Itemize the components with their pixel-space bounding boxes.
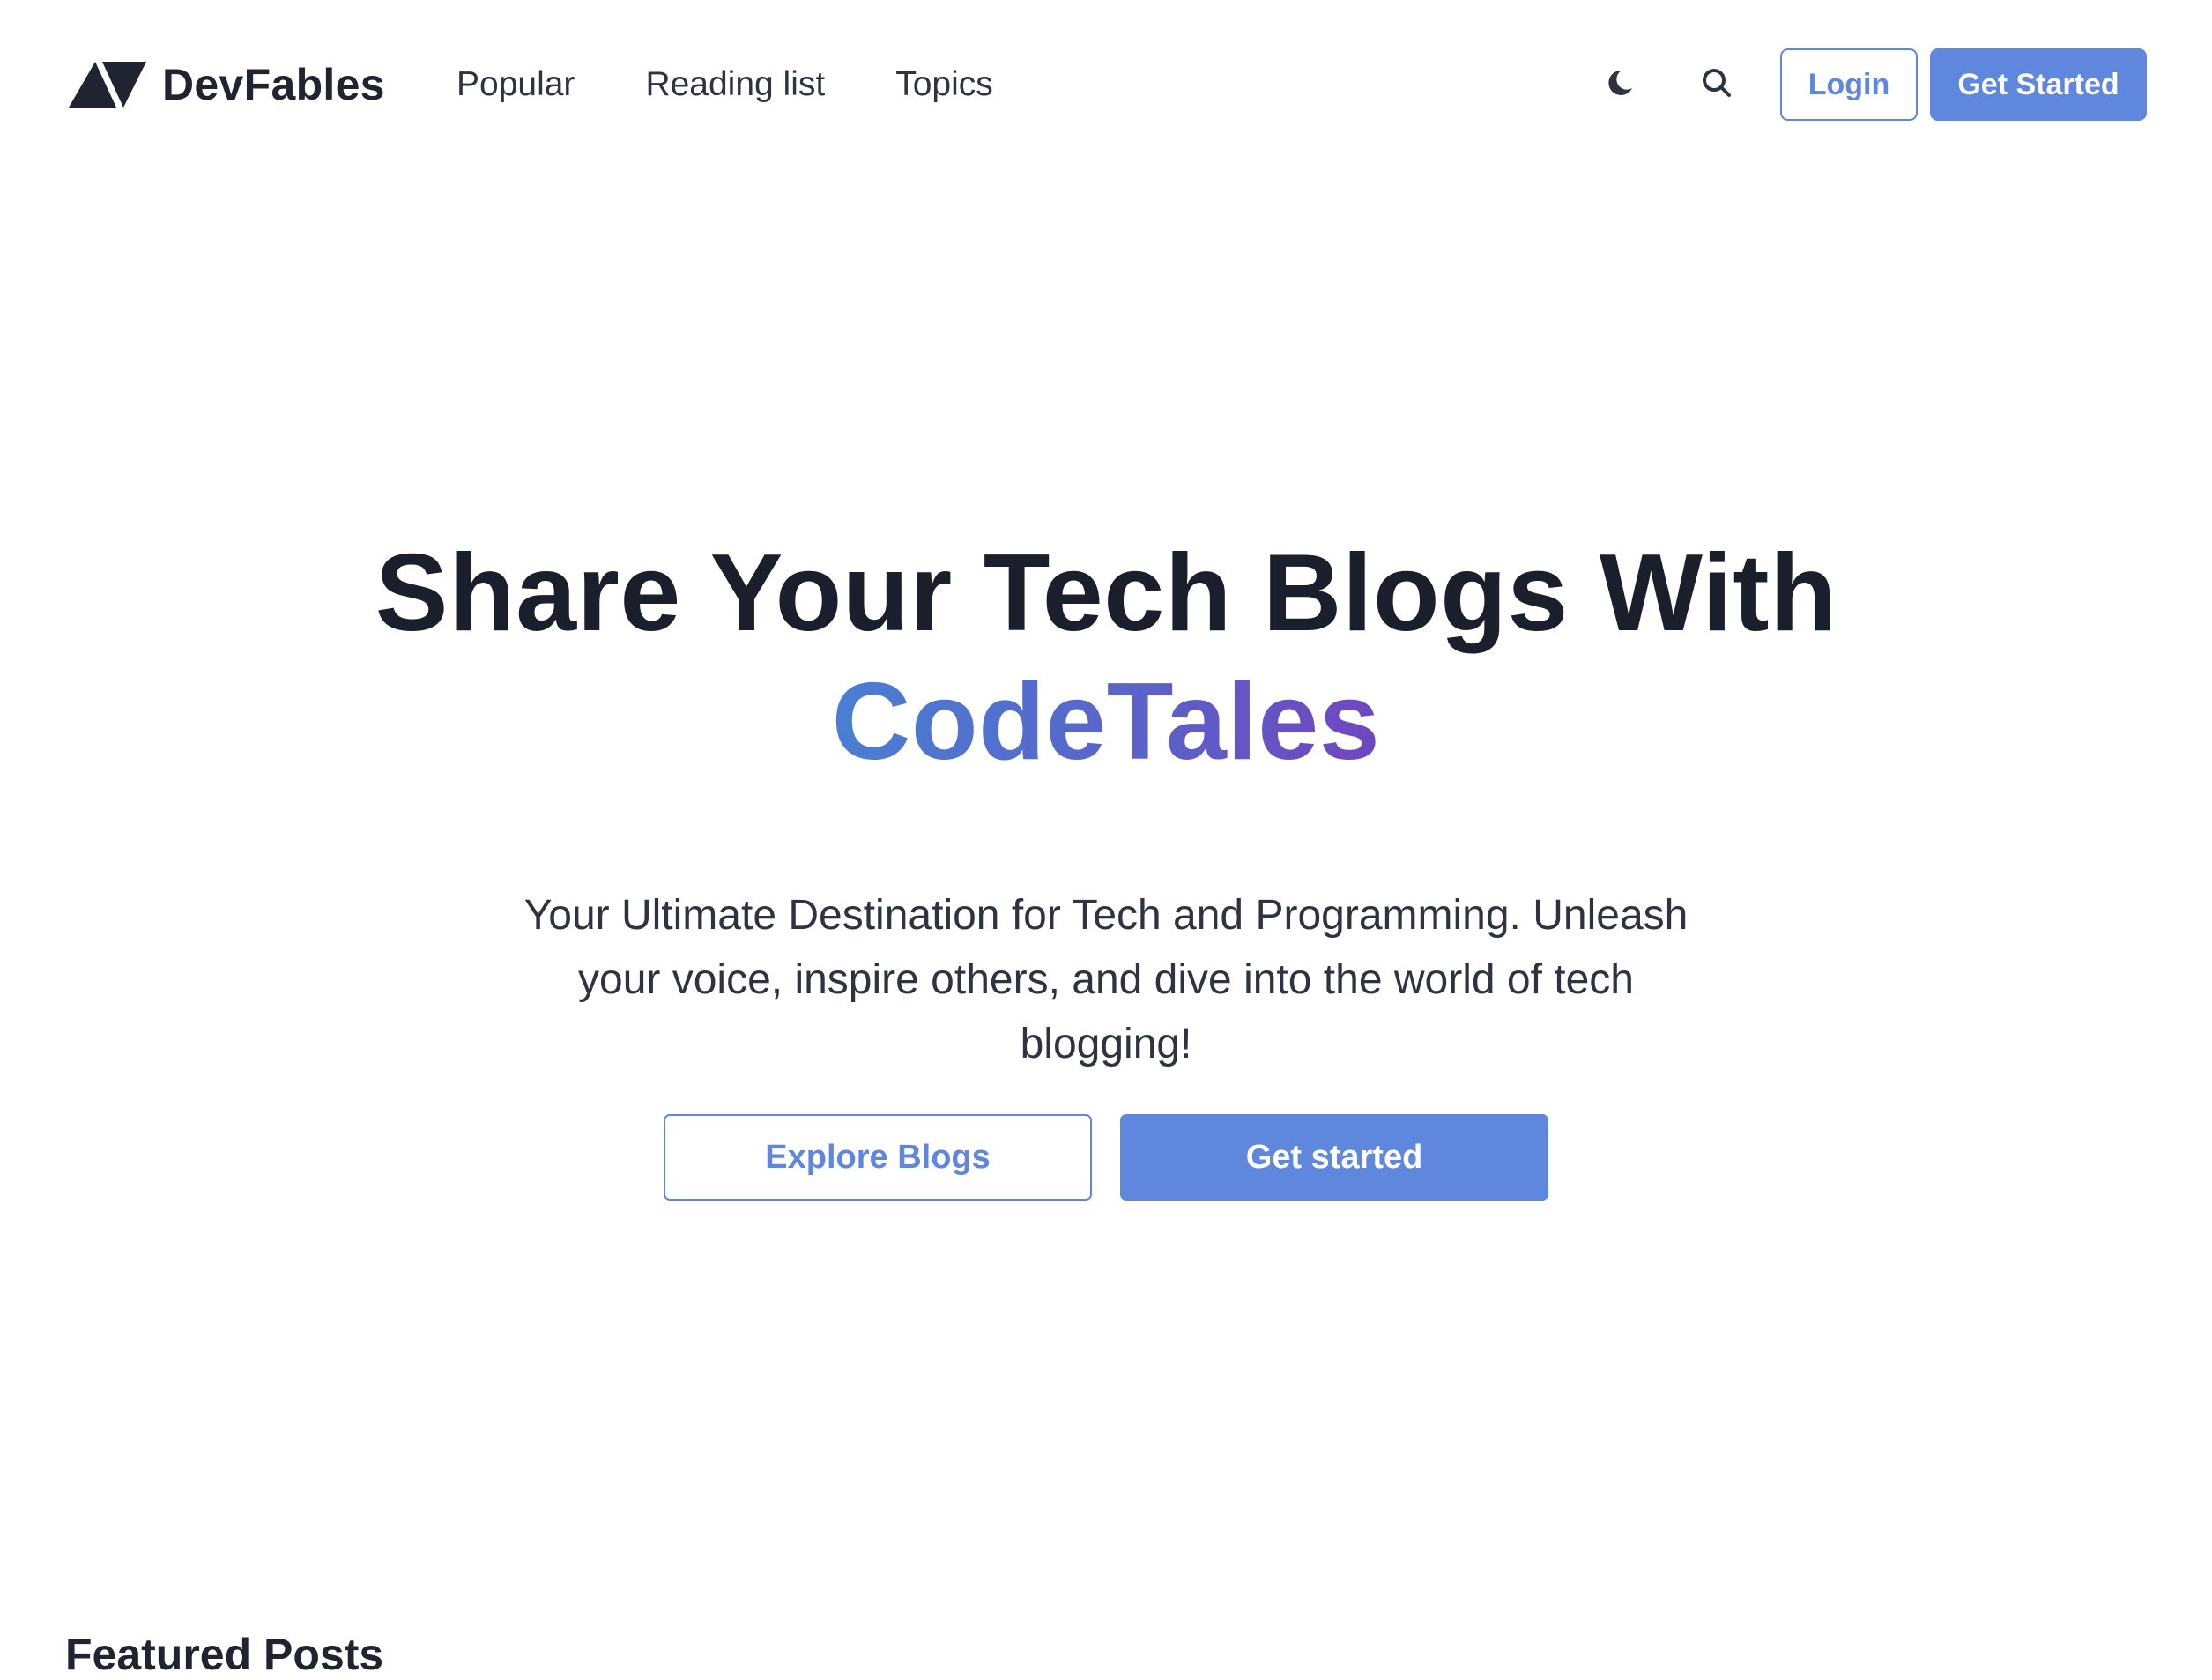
navbar: DevFables Popular Reading list Topics Lo…	[0, 0, 2212, 169]
nav-link-topics[interactable]: Topics	[895, 65, 993, 104]
hero-subtitle: Your Ultimate Destination for Tech and P…	[523, 892, 1689, 1067]
hero-actions: Explore Blogs Get started	[0, 1114, 2212, 1201]
hero-title-highlight: CodeTales	[832, 658, 1380, 786]
featured-posts-heading: Featured Posts	[65, 1630, 384, 1679]
hero-section: Share Your Tech Blogs With CodeTales You…	[0, 529, 2212, 1076]
brand-home-link[interactable]: DevFables	[69, 56, 385, 113]
explore-blogs-button[interactable]: Explore Blogs	[664, 1114, 1092, 1201]
get-started-button[interactable]: Get started	[1120, 1114, 1548, 1201]
search-button[interactable]	[1683, 51, 1750, 118]
brand-name: DevFables	[162, 60, 385, 109]
main-nav: Popular Reading list Topics	[457, 56, 1064, 113]
theme-toggle-button[interactable]	[1586, 51, 1653, 118]
nav-actions: Login Get Started	[1586, 48, 2147, 121]
get-started-nav-button[interactable]: Get Started	[1930, 48, 2147, 121]
nav-link-popular[interactable]: Popular	[457, 65, 575, 104]
hero-title-line: Share Your Tech Blogs With	[375, 532, 1837, 654]
login-button[interactable]: Login	[1780, 48, 1918, 121]
hero-title: Share Your Tech Blogs With CodeTales	[0, 529, 2212, 786]
moon-icon	[1604, 67, 1636, 103]
search-icon	[1700, 66, 1733, 104]
devfables-logo-icon	[69, 62, 146, 108]
nav-link-reading-list[interactable]: Reading list	[645, 65, 825, 104]
